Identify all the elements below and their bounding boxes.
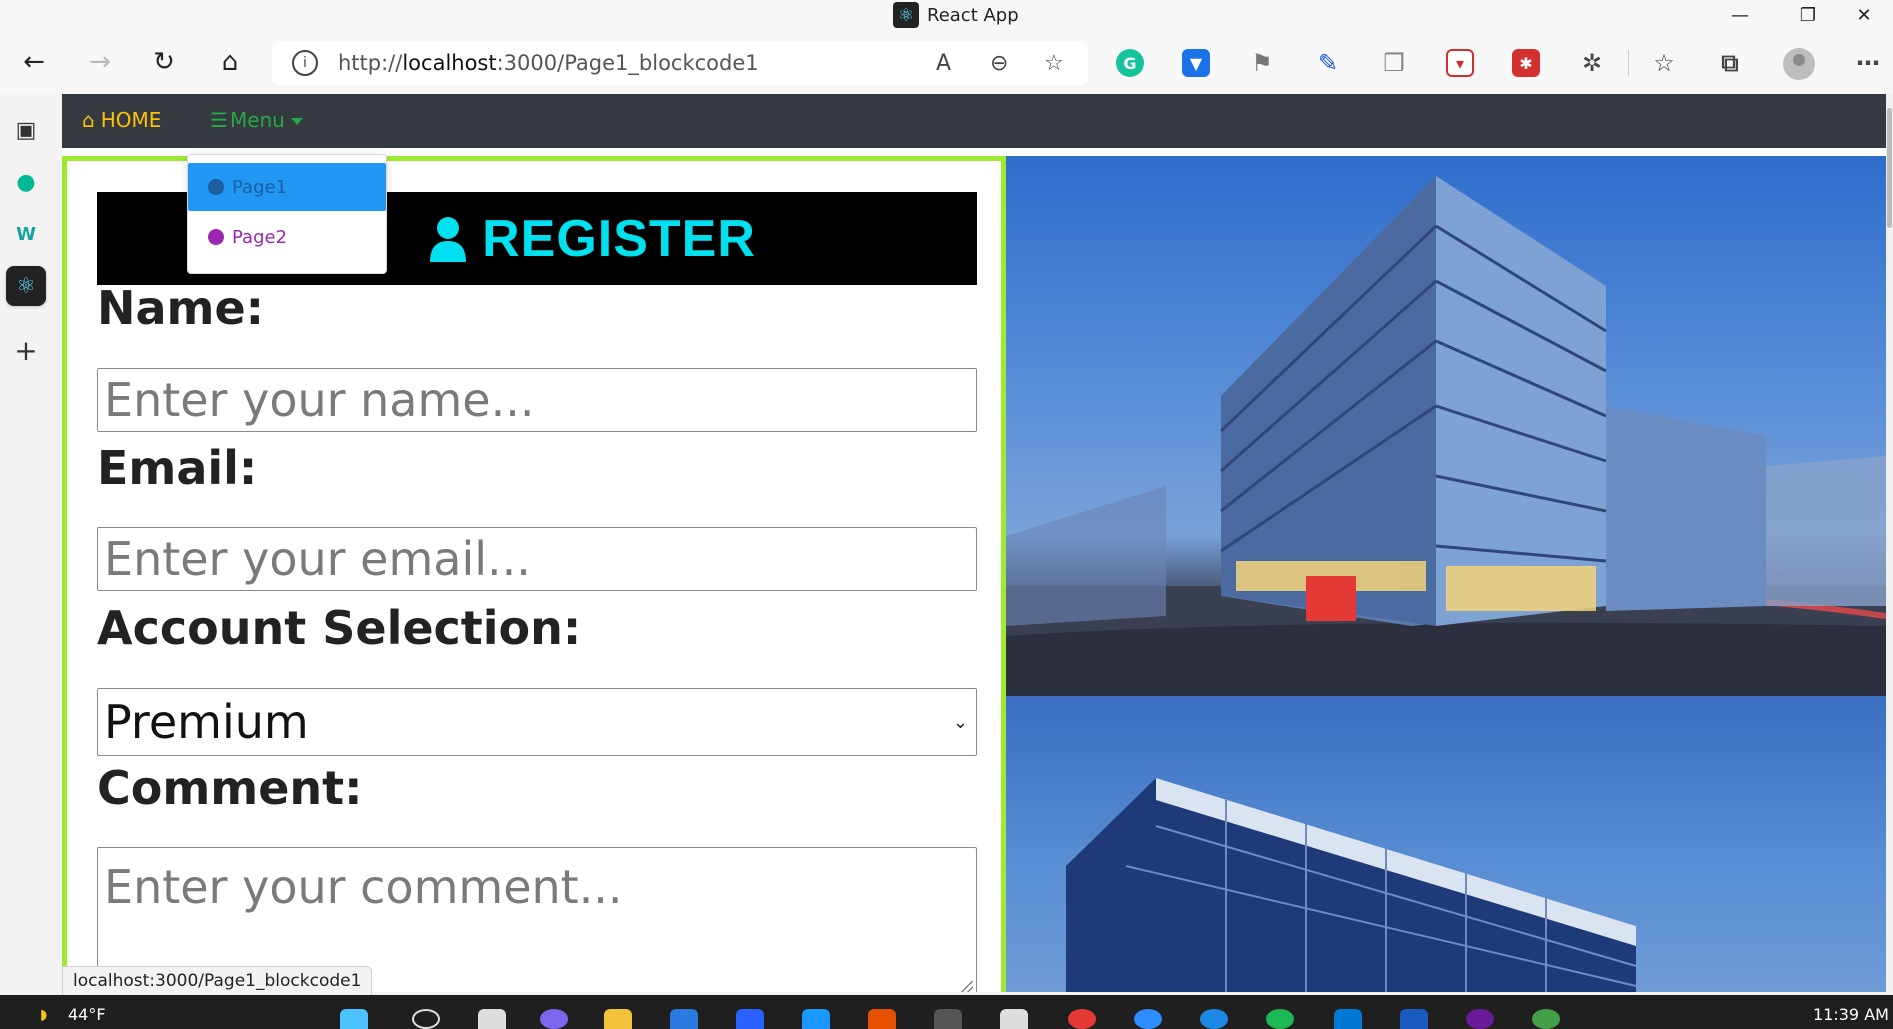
globe-icon bbox=[208, 179, 224, 195]
comment-label: Comment: bbox=[97, 761, 363, 815]
grammarly-icon[interactable]: G bbox=[1116, 49, 1144, 77]
word-icon[interactable] bbox=[1400, 1009, 1428, 1029]
status-bar-url: localhost:3000/Page1_blockcode1 bbox=[62, 966, 373, 996]
page-scrollbar[interactable] bbox=[1886, 94, 1893, 992]
zoom-out-icon[interactable]: ⊖ bbox=[990, 51, 1008, 76]
store-icon[interactable] bbox=[670, 1009, 698, 1029]
resize-handle[interactable] bbox=[961, 981, 973, 992]
home-button[interactable]: ⌂ bbox=[210, 44, 250, 80]
name-placeholder: Enter your name... bbox=[104, 373, 535, 427]
zoom-icon[interactable] bbox=[1134, 1009, 1162, 1029]
window-titlebar: ⚛ React App — ❐ ✕ bbox=[0, 0, 1893, 30]
favorite-add-icon[interactable]: ☆ bbox=[1044, 51, 1064, 76]
restore-button[interactable]: ❐ bbox=[1778, 0, 1838, 30]
react-devtools-icon[interactable]: ⚛ bbox=[6, 266, 46, 306]
mail-icon[interactable] bbox=[736, 1009, 764, 1029]
prime-video-icon[interactable] bbox=[802, 1009, 830, 1029]
extensions-icon[interactable]: ✲ bbox=[1578, 49, 1606, 77]
menu-dropdown: Page1 Page2 bbox=[187, 154, 387, 274]
pen-icon[interactable]: ✎ bbox=[1314, 49, 1342, 77]
building-photo-2 bbox=[1006, 696, 1886, 992]
terminal-icon[interactable] bbox=[934, 1009, 962, 1029]
vscode-icon[interactable] bbox=[1334, 1009, 1362, 1029]
add-icon[interactable]: + bbox=[6, 330, 46, 370]
windows-taskbar: ◗ 44°F 11:39 AM bbox=[0, 995, 1893, 1029]
chevron-down-icon: ⌄ bbox=[952, 711, 968, 733]
address-bar[interactable]: i http://localhost:3000/Page1_blockcode1… bbox=[272, 41, 1088, 85]
home-label: HOME bbox=[100, 108, 162, 132]
flag-icon[interactable]: ⚑ bbox=[1248, 49, 1276, 77]
spotify-icon[interactable] bbox=[1266, 1009, 1294, 1029]
task-view-icon[interactable] bbox=[478, 1009, 506, 1029]
refresh-button[interactable]: ↻ bbox=[144, 44, 184, 80]
dropdown-item-page2[interactable]: Page2 bbox=[188, 213, 386, 261]
dropdown-item-label: Page1 bbox=[232, 176, 288, 198]
weather-text: 44°F bbox=[68, 1005, 106, 1024]
dropdown-item-page1[interactable]: Page1 bbox=[188, 163, 386, 211]
search-icon[interactable] bbox=[412, 1009, 440, 1029]
weather-icon: ◗ bbox=[40, 1007, 48, 1023]
chrome-icon[interactable] bbox=[1068, 1009, 1096, 1029]
email-label: Email: bbox=[97, 441, 258, 495]
copy-extension-icon[interactable]: ❒ bbox=[1380, 49, 1408, 77]
account-label: Account Selection: bbox=[97, 601, 582, 655]
account-select-value: Premium bbox=[104, 695, 309, 749]
home-link[interactable]: ⌂ HOME bbox=[82, 108, 161, 132]
hamburger-icon: ☰ bbox=[210, 108, 228, 132]
office-icon[interactable] bbox=[868, 1009, 896, 1029]
shield-extension-icon[interactable]: ▾ bbox=[1446, 49, 1474, 77]
start-icon[interactable] bbox=[340, 1009, 368, 1029]
browser-sidebar: ▣ ● W ⚛ + bbox=[0, 94, 52, 992]
react-icon: ⚛ bbox=[893, 2, 919, 28]
w3-icon[interactable]: W bbox=[6, 214, 46, 254]
more-options-icon[interactable]: ⋯ bbox=[1854, 49, 1882, 77]
photos-icon[interactable] bbox=[1000, 1009, 1028, 1029]
tab-title: React App bbox=[927, 4, 1019, 26]
app-navbar: ⌂ HOME ☰ Menu bbox=[62, 94, 1886, 148]
globe-app-icon[interactable] bbox=[1532, 1009, 1560, 1029]
edge-icon[interactable] bbox=[1200, 1009, 1228, 1029]
obs-icon[interactable] bbox=[1466, 1009, 1494, 1029]
collections-icon[interactable]: ⧉ bbox=[1716, 49, 1744, 77]
globe-icon bbox=[208, 229, 224, 245]
read-aloud-icon[interactable]: A bbox=[936, 51, 951, 76]
profile-avatar[interactable] bbox=[1783, 48, 1815, 80]
menu-label: Menu bbox=[229, 108, 285, 132]
account-select[interactable]: Premium ⌄ bbox=[97, 688, 977, 756]
caret-down-icon bbox=[290, 117, 303, 125]
browser-toolbar: ← → ↻ ⌂ i http://localhost:3000/Page1_bl… bbox=[0, 30, 1893, 94]
register-form-panel: REGISTER Name: Enter your name... Email:… bbox=[62, 156, 1006, 992]
minimize-button[interactable]: — bbox=[1710, 0, 1770, 30]
close-button[interactable]: ✕ bbox=[1834, 0, 1893, 30]
building-photo-1 bbox=[1006, 156, 1886, 696]
chat-icon[interactable]: ● bbox=[6, 162, 46, 202]
url-text: http://localhost:3000/Page1_blockcode1 bbox=[338, 51, 759, 75]
name-input[interactable]: Enter your name... bbox=[97, 368, 977, 432]
comment-placeholder: Enter your comment... bbox=[104, 860, 623, 914]
teams-icon[interactable] bbox=[540, 1009, 568, 1029]
bug-extension-icon[interactable]: ✱ bbox=[1512, 49, 1540, 77]
user-icon bbox=[430, 216, 467, 262]
forward-button[interactable]: → bbox=[80, 44, 120, 80]
register-title: REGISTER bbox=[482, 209, 756, 268]
menu-toggle[interactable]: ☰ Menu bbox=[210, 108, 303, 132]
dropdown-item-label: Page2 bbox=[232, 226, 288, 248]
back-button[interactable]: ← bbox=[14, 44, 54, 80]
name-label: Name: bbox=[97, 281, 265, 335]
favorites-icon[interactable]: ☆ bbox=[1650, 49, 1678, 77]
extension-badge-icon[interactable]: ▼ bbox=[1182, 49, 1210, 77]
window-title: ⚛ React App bbox=[893, 2, 1019, 28]
page-viewport: ⌂ HOME ☰ Menu REGISTER Name: Enter your … bbox=[62, 94, 1886, 992]
email-placeholder: Enter your email... bbox=[104, 532, 531, 586]
taskbar-clock: 11:39 AM bbox=[1813, 1005, 1889, 1024]
tab-actions-icon[interactable]: ▣ bbox=[6, 110, 46, 150]
home-icon: ⌂ bbox=[82, 108, 95, 132]
toolbar-divider bbox=[1628, 50, 1629, 76]
file-explorer-icon[interactable] bbox=[604, 1009, 632, 1029]
email-input[interactable]: Enter your email... bbox=[97, 527, 977, 591]
site-info-icon[interactable]: i bbox=[292, 50, 318, 76]
